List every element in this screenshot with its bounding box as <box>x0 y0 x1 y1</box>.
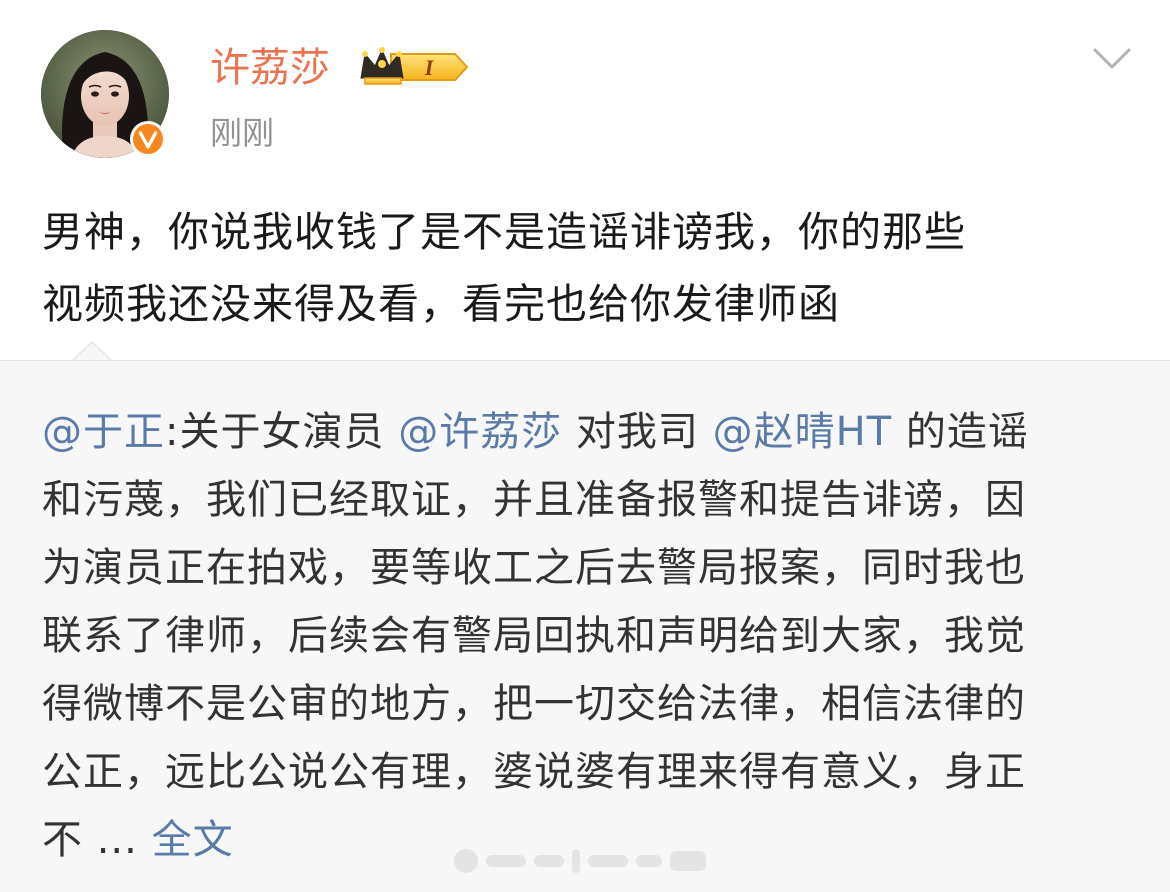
vip-level-label: I <box>424 55 435 80</box>
fulltext-link[interactable]: 全文 <box>152 817 234 863</box>
repost-line: 得微博不是公审的地方，把一切交给法律，相信法律的 <box>42 681 1026 727</box>
repost-body[interactable]: @于正:关于女演员 @许荔莎 对我司 @赵晴HT 的造谣 和污蔑，我们已经取证，… <box>42 398 1132 874</box>
avatar-container[interactable] <box>41 30 169 158</box>
repost-text-segment: :关于女演员 <box>165 409 399 455</box>
repost-text-segment: 对我司 <box>562 409 713 455</box>
post-body: 男神，你说我收钱了是不是造谣诽谤我，你的那些 视频我还没来得及看，看完也给你发律… <box>42 196 1132 340</box>
repost-author-mention[interactable]: @于正 <box>42 409 165 455</box>
repost-text-segment: 不 ... <box>42 817 152 863</box>
post-body-line: 视频我还没来得及看，看完也给你发律师函 <box>42 280 840 328</box>
watermark-logo <box>454 849 706 873</box>
repost-line: 公正，远比公说公有理，婆说婆有理来得有意义，身正 <box>42 749 1026 795</box>
repost-line: @于正:关于女演员 @许荔莎 对我司 @赵晴HT 的造谣 <box>42 398 1132 466</box>
repost-line: 联系了律师，后续会有警局回执和声明给到大家，我觉 <box>42 613 1026 659</box>
crown-vip-icon[interactable]: I <box>357 44 469 90</box>
repost-notch-arrow <box>72 340 112 362</box>
repost-line: 为演员正在拍戏，要等收工之后去警局报案，同时我也 <box>42 545 1026 591</box>
repost-text-segment: 的造谣 <box>892 409 1029 455</box>
post-body-line: 男神，你说我收钱了是不是造谣诽谤我，你的那些 <box>42 208 966 256</box>
username[interactable]: 许荔莎 <box>210 40 330 96</box>
repost-line: 和污蔑，我们已经取证，并且准备报警和提告诽谤，因 <box>42 477 1026 523</box>
verified-v-icon <box>130 121 166 157</box>
chevron-down-icon[interactable] <box>1092 46 1132 72</box>
post-timestamp: 刚刚 <box>210 114 275 152</box>
weibo-post-card: 许荔莎 I 刚刚 男神，你说我收钱了是不是造谣诽谤我，你的那些 视频我还没来得及… <box>0 0 1170 892</box>
mention-link[interactable]: @赵晴HT <box>713 409 893 455</box>
mention-link[interactable]: @许荔莎 <box>398 409 562 455</box>
